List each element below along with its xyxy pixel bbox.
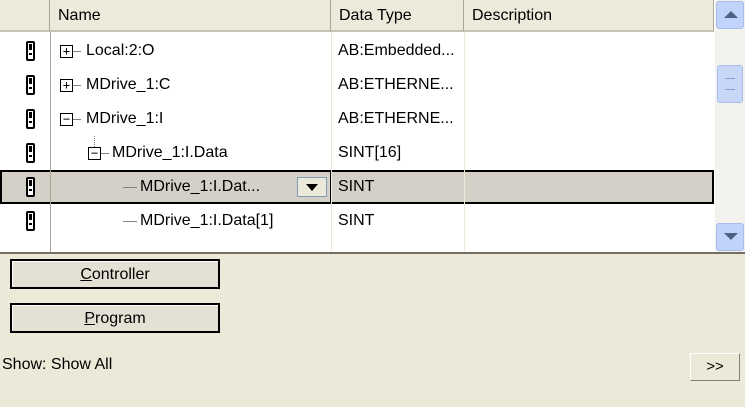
plus-box-icon[interactable]: + <box>60 45 73 58</box>
column-header-data-type[interactable]: Data Type <box>331 0 464 32</box>
tag-icon <box>26 211 35 231</box>
tag-data-type: SINT[16] <box>338 144 402 161</box>
table-row[interactable]: − MDrive_1:I.Data SINT[16] <box>0 136 714 170</box>
chevron-down-icon[interactable] <box>297 177 327 197</box>
table-row[interactable]: MDrive_1:I.Data[1] SINT <box>0 204 714 238</box>
vertical-scrollbar[interactable] <box>715 0 745 252</box>
program-button-mnemonic: P <box>84 310 95 327</box>
chevron-down-icon[interactable] <box>716 223 744 251</box>
program-button[interactable]: Program <box>10 303 220 333</box>
tag-data-type: AB:ETHERNE... <box>338 76 454 93</box>
tag-grid: Name Data Type Description + Local:2:O A… <box>0 0 745 252</box>
table-row[interactable]: − MDrive_1:I AB:ETHERNE... <box>0 102 714 136</box>
tag-icon <box>26 109 35 129</box>
tag-icon <box>26 177 35 197</box>
scrollbar-thumb[interactable] <box>717 65 743 103</box>
tag-data-type: SINT <box>338 178 375 195</box>
table-row[interactable]: + Local:2:O AB:Embedded... <box>0 34 714 68</box>
table-row-selected[interactable]: MDrive_1:I.Dat... SINT <box>0 170 714 204</box>
more-button[interactable]: >> <box>690 353 740 381</box>
tag-icon <box>26 75 35 95</box>
show-filter-label: Show: Show All <box>2 356 113 373</box>
tag-name: MDrive_1:I.Data <box>112 144 228 161</box>
controller-button-label: ontroller <box>91 266 150 283</box>
row-header-corner <box>0 0 50 32</box>
column-header-description[interactable]: Description <box>464 0 714 32</box>
minus-box-icon[interactable]: − <box>60 113 73 126</box>
chevron-up-icon[interactable] <box>716 1 744 29</box>
tag-icon <box>26 143 35 163</box>
program-button-label: rogram <box>94 310 146 327</box>
tag-data-type: AB:ETHERNE... <box>338 110 454 127</box>
column-header-name[interactable]: Name <box>50 0 331 32</box>
tag-name: Local:2:O <box>86 42 155 59</box>
tag-name[interactable]: MDrive_1:I.Dat... <box>140 170 260 204</box>
tag-name: MDrive_1:I <box>86 110 164 127</box>
tag-name: MDrive_1:C <box>86 76 171 93</box>
controller-button[interactable]: Controller <box>10 259 220 289</box>
controller-button-mnemonic: C <box>80 266 92 283</box>
table-row[interactable]: + MDrive_1:C AB:ETHERNE... <box>0 68 714 102</box>
tag-icon <box>26 41 35 61</box>
tag-name: MDrive_1:I.Data[1] <box>140 212 274 229</box>
plus-box-icon[interactable]: + <box>60 79 73 92</box>
tag-grid-body: Name Data Type Description + Local:2:O A… <box>0 0 714 252</box>
tag-data-type: SINT <box>338 212 375 229</box>
minus-box-icon[interactable]: − <box>88 147 101 160</box>
tag-data-type: AB:Embedded... <box>338 42 455 59</box>
